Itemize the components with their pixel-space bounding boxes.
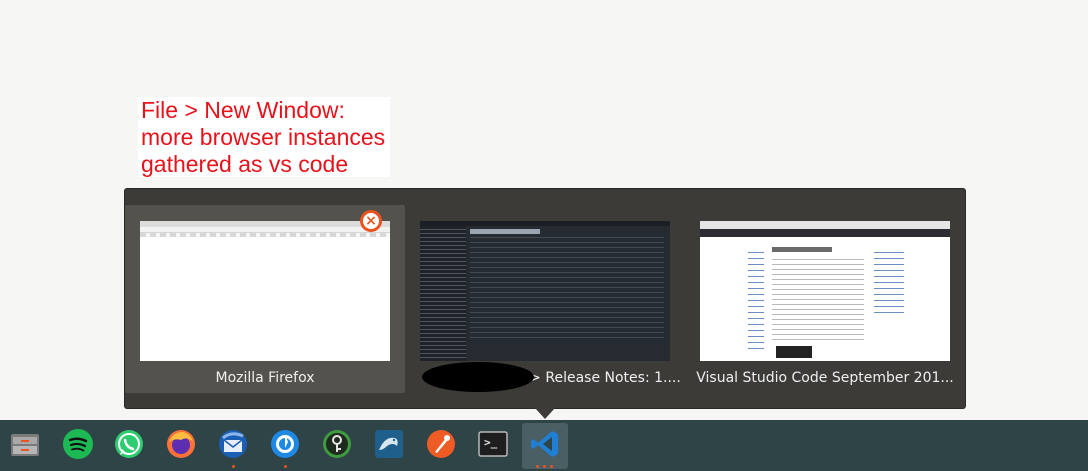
- postman-icon: [425, 428, 457, 464]
- mysql-workbench-icon: [373, 428, 405, 464]
- terminal-prompt-glyph: >_: [484, 436, 498, 449]
- annotation-note: File > New Window: more browser instance…: [138, 97, 390, 177]
- dock-item-mysql-workbench[interactable]: [366, 423, 412, 469]
- window-preview: [140, 221, 390, 361]
- dock-item-files[interactable]: [2, 423, 48, 469]
- running-indicator: [231, 465, 235, 468]
- firefox-icon: [165, 428, 197, 464]
- dock-item-keepassxc[interactable]: [314, 423, 360, 469]
- keepassxc-icon: [321, 428, 353, 464]
- window-preview: [700, 221, 950, 361]
- files-icon: [9, 428, 41, 464]
- annotation-line: File > New Window:: [141, 97, 345, 123]
- dock-item-vscode[interactable]: [522, 423, 568, 469]
- annotation-line: more browser instances: [141, 124, 386, 150]
- dock-item-mattermost[interactable]: [262, 423, 308, 469]
- whatsapp-icon: [113, 428, 145, 464]
- close-window-button[interactable]: ×: [360, 210, 382, 232]
- window-thumbnail-firefox[interactable]: × Mozilla Firefox: [125, 205, 405, 393]
- dock-item-postman[interactable]: [418, 423, 464, 469]
- running-indicator: [283, 465, 287, 468]
- mattermost-icon: [269, 428, 301, 464]
- dock: >_: [0, 420, 1088, 471]
- dock-item-whatsapp[interactable]: [106, 423, 152, 469]
- switcher-pointer: [535, 408, 555, 419]
- dock-item-thunderbird[interactable]: [210, 423, 256, 469]
- running-indicator: [543, 465, 546, 468]
- running-indicator: [536, 465, 539, 468]
- dock-item-firefox[interactable]: [158, 423, 204, 469]
- vscode-icon: [529, 428, 561, 464]
- dock-item-spotify[interactable]: [55, 423, 101, 469]
- redaction-blot: [422, 362, 534, 392]
- window-title: Visual Studio Code September 201...: [696, 370, 954, 386]
- window-preview: [420, 221, 670, 361]
- running-indicator: [550, 465, 553, 468]
- spotify-icon: [62, 428, 94, 464]
- annotation-line: gathered as vs code: [141, 151, 349, 177]
- dock-item-terminal[interactable]: >_: [470, 423, 516, 469]
- thunderbird-icon: [217, 428, 249, 464]
- window-switcher: × Mozilla Firefox > Release Notes: 1....…: [124, 188, 966, 409]
- window-thumbnail-vscode-docs[interactable]: Visual Studio Code September 201...: [685, 205, 965, 393]
- window-title: Mozilla Firefox: [215, 370, 315, 386]
